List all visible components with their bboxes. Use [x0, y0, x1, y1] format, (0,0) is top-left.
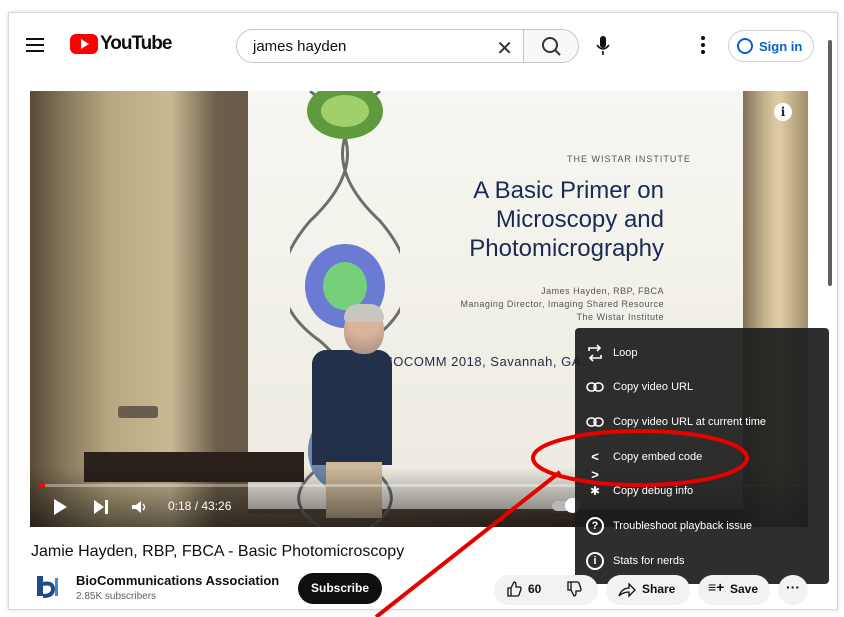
- microphone-icon[interactable]: [596, 36, 610, 56]
- lamp: [118, 406, 158, 418]
- youtube-logo[interactable]: YouTube: [70, 33, 172, 55]
- play-icon[interactable]: [54, 499, 67, 515]
- slide-institute-logo: THE WISTAR INSTITUTE: [567, 154, 691, 164]
- search-input[interactable]: james hayden ✕: [236, 29, 524, 63]
- video-title: Jamie Hayden, RBP, FBCA - Basic Photomic…: [31, 543, 405, 560]
- link-icon: [586, 417, 604, 427]
- menu-label: Copy embed code: [613, 451, 703, 463]
- context-menu: Loop Copy video URL Copy video URL at cu…: [575, 328, 829, 584]
- progress-fill: [40, 484, 46, 487]
- search-icon: [542, 37, 561, 56]
- channel-name[interactable]: BioCommunications Association: [76, 573, 279, 588]
- time-display: 0:18 / 43:26: [168, 499, 232, 513]
- more-actions-button[interactable]: ···: [778, 575, 808, 605]
- menu-label: Stats for nerds: [613, 555, 685, 567]
- share-icon: [618, 582, 636, 598]
- menu-label: Loop: [613, 347, 638, 359]
- subscriber-count: 2.85K subscribers: [76, 591, 157, 602]
- menu-item-copy-url-time[interactable]: Copy video URL at current time: [575, 405, 829, 439]
- page-scrollbar[interactable]: [828, 40, 832, 286]
- menu-item-troubleshoot[interactable]: ? Troubleshoot playback issue: [575, 509, 829, 543]
- slide-author-line: Managing Director, Imaging Shared Resour…: [460, 299, 664, 309]
- slide-title: A Basic Primer on Microscopy and Photomi…: [432, 176, 664, 263]
- loop-icon: [588, 344, 602, 362]
- channel-avatar[interactable]: [37, 574, 59, 598]
- sign-in-button[interactable]: Sign in: [728, 30, 814, 62]
- code-icon: < >: [591, 449, 599, 482]
- settings-more-icon[interactable]: [700, 36, 706, 56]
- menu-item-stats[interactable]: i Stats for nerds: [575, 544, 829, 578]
- thumbs-down-icon[interactable]: [566, 581, 582, 597]
- save-icon: ≡+: [708, 579, 725, 595]
- menu-label: Copy video URL at current time: [613, 416, 767, 428]
- search-button[interactable]: [523, 29, 579, 63]
- clear-search-icon[interactable]: ✕: [496, 36, 513, 61]
- slide-title-line: Microscopy and: [495, 206, 664, 233]
- account-icon: [737, 38, 753, 54]
- like-count: 60: [528, 582, 542, 596]
- slide-title-line: Photomicrography: [469, 235, 664, 262]
- slide-title-line: A Basic Primer on: [473, 177, 664, 204]
- slide-footer: BIOCOMM 2018, Savannah, GA: [380, 354, 581, 369]
- subscribe-button[interactable]: Subscribe: [298, 573, 382, 604]
- youtube-play-icon: [70, 34, 98, 54]
- debug-icon: ✱: [589, 484, 601, 498]
- menu-label: Copy debug info: [613, 485, 694, 497]
- share-label: Share: [642, 582, 676, 596]
- presenter-body: [312, 350, 392, 465]
- menu-item-loop[interactable]: Loop: [575, 336, 829, 370]
- thumbs-up-icon[interactable]: [506, 581, 522, 597]
- menu-icon[interactable]: [26, 38, 44, 52]
- next-icon[interactable]: [94, 499, 108, 515]
- link-icon: [586, 382, 604, 392]
- menu-item-copy-embed[interactable]: < > Copy embed code: [575, 440, 829, 482]
- slide-author-line: James Hayden, RBP, FBCA: [541, 286, 664, 296]
- menu-label: Troubleshoot playback issue: [613, 520, 753, 532]
- search-value: james hayden: [253, 37, 347, 55]
- help-icon: ?: [586, 517, 604, 535]
- logo-text: YouTube: [100, 33, 172, 54]
- presenter-hair: [344, 304, 384, 322]
- slide-author: James Hayden, RBP, FBCA Managing Directo…: [420, 285, 664, 324]
- slide-author-line: The Wistar Institute: [576, 312, 664, 322]
- volume-icon[interactable]: [132, 501, 148, 513]
- menu-label: Copy video URL: [613, 381, 694, 393]
- info-icon: i: [586, 552, 604, 570]
- menu-item-debug[interactable]: ✱ Copy debug info: [575, 474, 829, 508]
- sign-in-label: Sign in: [759, 38, 803, 54]
- save-label: Save: [730, 582, 759, 596]
- info-card-icon[interactable]: i: [774, 103, 792, 121]
- menu-item-copy-url[interactable]: Copy video URL: [575, 370, 829, 404]
